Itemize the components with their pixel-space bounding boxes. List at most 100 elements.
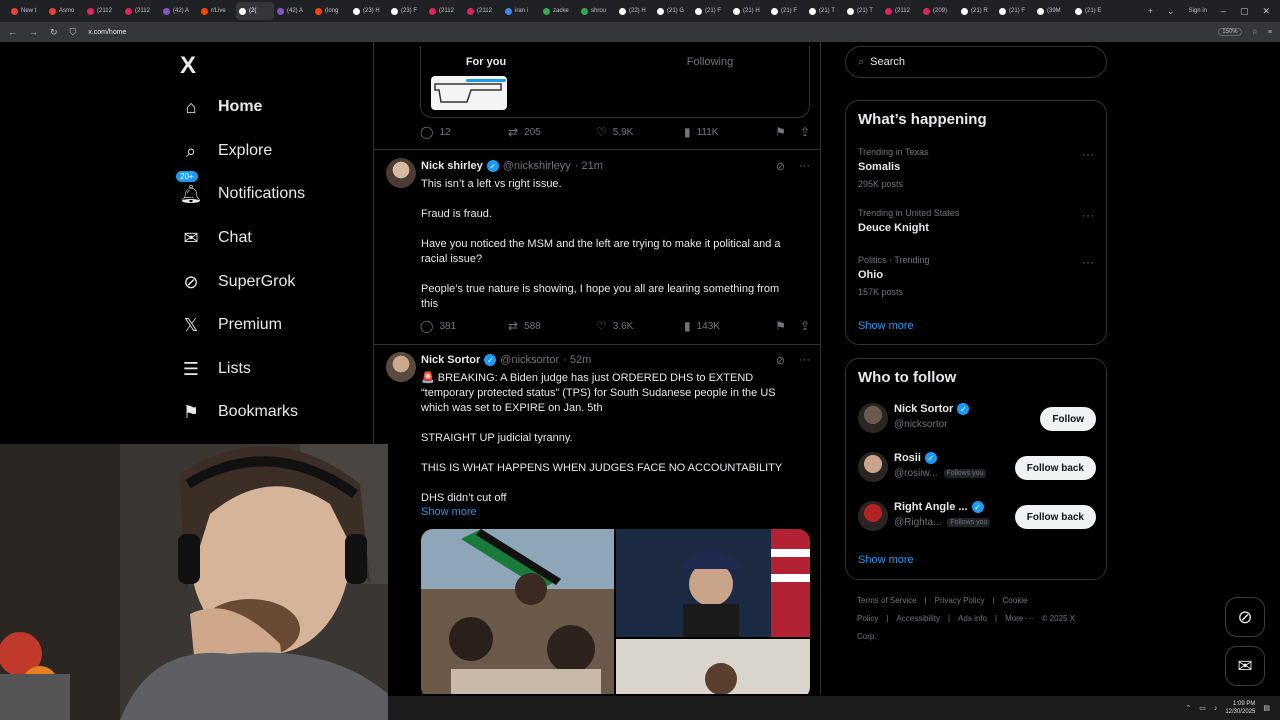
back-icon[interactable]: ← [8, 27, 17, 37]
more-icon[interactable]: ··· [1082, 208, 1094, 222]
follow-suggestion[interactable]: Rosii ✓ @rosiiw... Follows you Follow back [858, 450, 1096, 484]
follow-suggestion[interactable]: Nick Sortor ✓ @nicksortor Follow [858, 401, 1096, 435]
browser-tab[interactable]: (21) T [806, 2, 844, 20]
repost-button[interactable]: ⇄ 205 [508, 125, 596, 139]
browser-tab[interactable]: (21) G [654, 2, 692, 20]
menu-icon[interactable]: ≡ [1268, 29, 1272, 36]
grok-icon[interactable]: ⊘ [776, 354, 785, 367]
footer-link[interactable]: Privacy Policy [935, 596, 985, 605]
search-input[interactable]: ⌕ Search [845, 46, 1107, 78]
browser-tab[interactable]: (21) F [996, 2, 1034, 20]
browser-tab[interactable]: (2112 [464, 2, 502, 20]
follow-button[interactable]: Follow back [1014, 456, 1096, 480]
volume-icon[interactable]: ♪ [1214, 705, 1218, 712]
views-button[interactable]: ▮ 143K [684, 319, 772, 333]
browser-tab[interactable]: (21) T [844, 2, 882, 20]
post-media-grid[interactable] [421, 529, 810, 694]
tray-chevron-icon[interactable]: ⌃ [1185, 704, 1191, 712]
nav-item-explore[interactable]: ⌕ Explore [180, 140, 272, 162]
footer-link[interactable]: Terms of Service [857, 596, 917, 605]
author-handle[interactable]: @nicksortor [500, 354, 559, 366]
tab-following[interactable]: Following [598, 42, 820, 82]
browser-tab[interactable]: (23) H [350, 2, 388, 20]
reply-button[interactable]: ◯ 381 [420, 319, 508, 333]
browser-tab[interactable]: (2112 [122, 2, 160, 20]
messages-fab-button[interactable]: ✉ [1225, 646, 1265, 686]
tab-for-you[interactable]: For you [374, 42, 598, 82]
new-tab-button[interactable]: + [1148, 6, 1153, 16]
browser-tab[interactable]: (2112 [84, 2, 122, 20]
avatar[interactable] [858, 452, 888, 482]
notification-icon[interactable]: ▤ [1263, 704, 1270, 712]
browser-tab[interactable]: (21) H [730, 2, 768, 20]
show-more-follow-link[interactable]: Show more [858, 554, 914, 566]
show-more-link[interactable]: Show more [421, 506, 477, 518]
browser-tab[interactable]: New t [8, 2, 46, 20]
author-name[interactable]: Nick shirley [421, 160, 483, 172]
browser-tab[interactable]: (22) H [616, 2, 654, 20]
sign-in-button[interactable]: Sign in [1189, 8, 1207, 14]
system-clock[interactable]: 1:09 PM 12/30/2025 [1225, 700, 1255, 716]
browser-tab[interactable]: (42) A [160, 2, 198, 20]
nav-item-home[interactable]: ⌂ Home [180, 96, 263, 118]
share-icon[interactable]: ⇪ [800, 125, 810, 139]
x-logo-icon[interactable]: X [180, 52, 196, 80]
nav-item-supergrok[interactable]: ⊘ SuperGrok [180, 271, 295, 293]
grok-fab-button[interactable]: ⊘ [1225, 597, 1265, 637]
browser-tab[interactable]: (21) R [958, 2, 996, 20]
avatar[interactable] [858, 501, 888, 531]
browser-tab[interactable]: (209) [920, 2, 958, 20]
more-icon[interactable]: ··· [799, 160, 810, 173]
more-icon[interactable]: ··· [799, 354, 810, 367]
browser-tab[interactable]: (42) A [274, 2, 312, 20]
zoom-level[interactable]: 150% [1218, 28, 1242, 36]
avatar[interactable] [858, 403, 888, 433]
browser-tab[interactable]: (2112 [426, 2, 464, 20]
browser-tab[interactable]: (21) E [1072, 2, 1110, 20]
nav-item-lists[interactable]: ☰ Lists [180, 358, 251, 380]
like-button[interactable]: ♡ 3.6K [596, 319, 684, 333]
more-icon[interactable]: ··· [1082, 147, 1094, 161]
footer-link[interactable]: Accessibility [896, 614, 940, 623]
reply-button[interactable]: ◯ 12 [420, 125, 508, 139]
post-time[interactable]: · 52m [563, 354, 591, 366]
reload-icon[interactable]: ↻ [50, 27, 58, 38]
trend-name[interactable]: Ohio [858, 269, 883, 281]
close-window-button[interactable]: ✕ [1262, 6, 1270, 17]
post-time[interactable]: · 21m [575, 160, 603, 172]
bookmark-icon[interactable]: ⚑ [775, 125, 786, 139]
avatar[interactable] [386, 352, 416, 382]
nav-item-premium[interactable]: 𝕏 Premium [180, 314, 282, 336]
show-more-trends-link[interactable]: Show more [858, 320, 914, 332]
network-icon[interactable]: ▭ [1199, 704, 1206, 712]
account-name[interactable]: Nick Sortor [894, 403, 953, 415]
url-field[interactable]: x.com/home [88, 29, 126, 36]
follow-button[interactable]: Follow [1040, 407, 1096, 431]
footer-link[interactable]: Ads info [958, 614, 987, 623]
browser-tab[interactable]: (long [312, 2, 350, 20]
browser-tab[interactable]: (21) F [692, 2, 730, 20]
forward-icon[interactable]: → [29, 27, 38, 37]
follow-button[interactable]: Follow back [1014, 505, 1096, 529]
author-handle[interactable]: @nickshirleyy [503, 160, 571, 172]
star-icon[interactable]: ☆ [1252, 28, 1258, 36]
trend-name[interactable]: Somalis [858, 161, 900, 173]
trend-name[interactable]: Deuce Knight [858, 222, 929, 234]
browser-tab[interactable]: Asmo [46, 2, 84, 20]
browser-tab[interactable]: shrou [578, 2, 616, 20]
maximize-button[interactable]: ▢ [1240, 6, 1249, 17]
nav-item-bookmarks[interactable]: ⚑ Bookmarks [180, 401, 298, 423]
browser-tab[interactable]: (2( [236, 2, 274, 20]
nav-item-chat[interactable]: ✉ Chat [180, 227, 251, 249]
browser-tab[interactable]: (39M [1034, 2, 1072, 20]
grok-icon[interactable]: ⊘ [776, 160, 785, 173]
follow-suggestion[interactable]: Right Angle ... ✓ @Righta... Follows you Fol… [858, 499, 1096, 533]
bookmark-icon[interactable]: ⚑ [775, 319, 786, 333]
browser-tab[interactable]: iran i [502, 2, 540, 20]
footer-link[interactable]: More ··· [1005, 614, 1033, 623]
account-name[interactable]: Right Angle ... [894, 501, 968, 513]
like-button[interactable]: ♡ 5.9K [596, 125, 684, 139]
account-name[interactable]: Rosii [894, 452, 921, 464]
browser-tab[interactable]: (21) F [768, 2, 806, 20]
browser-tab[interactable]: (2112 [882, 2, 920, 20]
